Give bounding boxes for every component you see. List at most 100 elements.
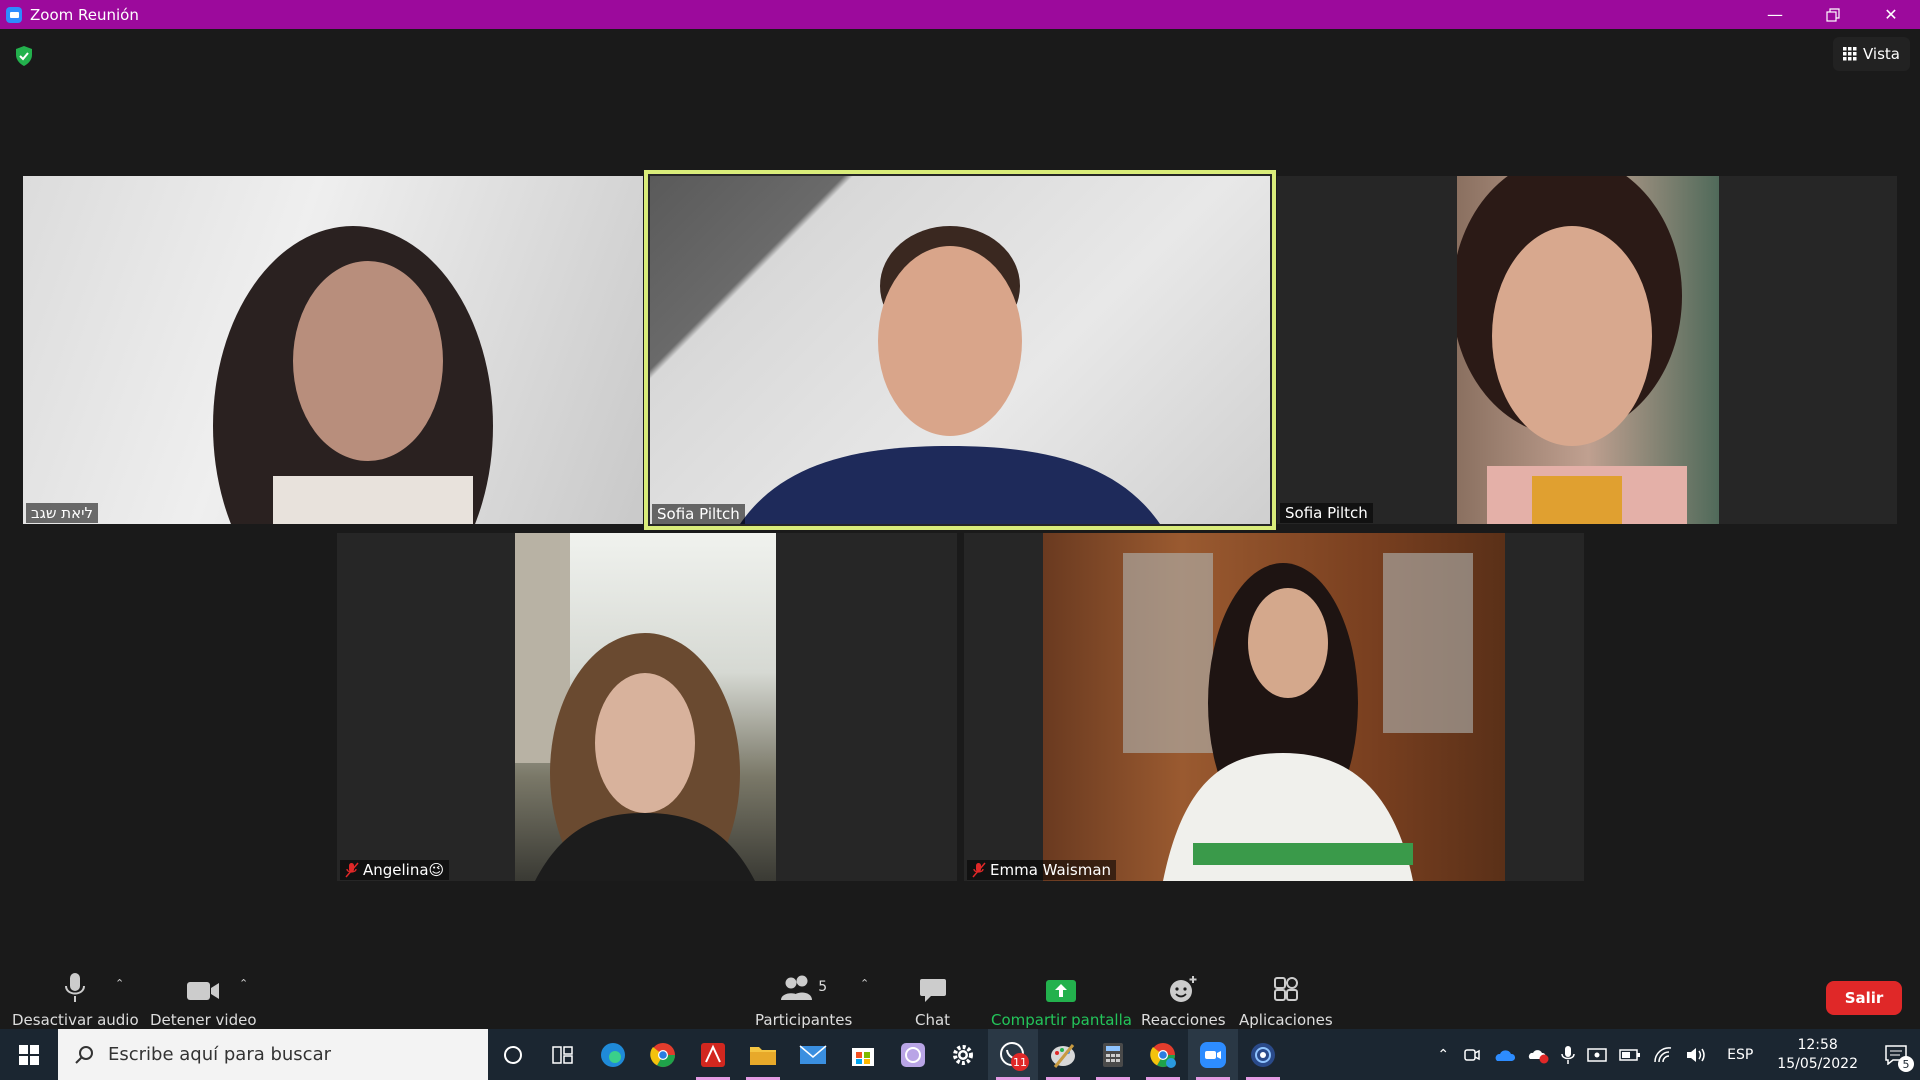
windows-taskbar: Escribe aquí para buscar 11 ⌃ ESP 12:58 … (0, 1029, 1920, 1080)
apps-label: Aplicaciones (1239, 1011, 1333, 1029)
paint-taskbar-app[interactable] (1038, 1029, 1088, 1080)
participant-tile[interactable]: Sofia Piltch (1277, 176, 1897, 524)
chrome-taskbar-app[interactable] (638, 1029, 688, 1080)
battery-icon[interactable] (1619, 1048, 1641, 1062)
video-camera-icon (187, 982, 220, 1000)
chat-bubble-icon (919, 979, 946, 1002)
windows-logo-icon (19, 1044, 39, 1065)
acrobat-icon (701, 1042, 725, 1067)
reactions-label: Reacciones (1141, 1011, 1226, 1029)
search-placeholder: Escribe aquí para buscar (108, 1044, 332, 1065)
participant-name-tag: Angelina😉 (340, 860, 450, 880)
onedrive-cloud-icon[interactable] (1493, 1047, 1516, 1063)
search-icon (75, 1045, 93, 1064)
participants-button[interactable]: 5 Participantes (755, 971, 852, 1029)
participant-figure (740, 226, 1160, 524)
task-view-icon (552, 1045, 573, 1064)
participant-name-tag: Emma Waisman (967, 860, 1117, 880)
close-button[interactable]: ✕ (1862, 0, 1920, 29)
reactions-button[interactable]: Reacciones (1141, 971, 1226, 1029)
share-screen-label: Compartir pantalla (991, 1011, 1132, 1029)
participant-tile[interactable]: ליאת שגב (23, 176, 643, 524)
task-view-button[interactable] (538, 1029, 588, 1080)
clock-date: 15/05/2022 (1777, 1055, 1858, 1072)
participants-options-caret[interactable]: ⌃ (860, 977, 869, 990)
notifications-button[interactable]: 5 (1872, 1029, 1920, 1080)
start-button[interactable] (0, 1029, 58, 1080)
taskbar-clock[interactable]: 12:58 15/05/2022 (1777, 1036, 1858, 1074)
meet-now-icon[interactable] (1463, 1046, 1481, 1064)
restore-button[interactable] (1804, 0, 1862, 29)
whatsapp-badge: 11 (1011, 1053, 1029, 1071)
participant-name-tag: ליאת שגב (26, 503, 99, 523)
acrobat-taskbar-app[interactable] (688, 1029, 738, 1080)
notifications-count: 5 (1902, 1057, 1910, 1071)
participant-name: Sofia Piltch (1285, 504, 1368, 522)
mail-taskbar-app[interactable] (788, 1029, 838, 1080)
meeting-toolbar: Desactivar audio ⌃ Detener video ⌃ 5 Par… (0, 953, 1920, 1029)
chrome-profile-icon (1150, 1042, 1176, 1068)
microphone-icon (65, 973, 86, 1002)
audio-options-caret[interactable]: ⌃ (115, 977, 124, 990)
leave-meeting-button[interactable]: Salir (1826, 981, 1902, 1015)
restore-icon (1826, 7, 1840, 22)
muted-microphone-icon (345, 862, 359, 878)
meeting-stage: Vista ליאת שגב Sofia Piltch Sofia Piltch… (0, 29, 1920, 953)
participant-video (23, 176, 643, 524)
window-title: Zoom Reunión (30, 5, 139, 24)
participant-video (1043, 533, 1505, 881)
encryption-shield-icon[interactable] (14, 45, 34, 67)
volume-icon[interactable] (1685, 1046, 1707, 1064)
participants-count: 5 (818, 979, 828, 995)
onedrive-error-cloud-icon[interactable] (1527, 1046, 1549, 1064)
zoom-taskbar-app[interactable] (1188, 1029, 1238, 1080)
wifi-icon[interactable] (1653, 1046, 1673, 1064)
zoom-app-icon (6, 6, 22, 23)
clock-time: 12:58 (1797, 1036, 1838, 1053)
settings-taskbar-app[interactable] (938, 1029, 988, 1080)
share-screen-icon (1046, 980, 1077, 1002)
notifications-badge: 5 (1898, 1056, 1914, 1072)
calculator-taskbar-app[interactable] (1088, 1029, 1138, 1080)
apps-button[interactable]: Aplicaciones (1239, 971, 1333, 1029)
input-language[interactable]: ESP (1727, 1047, 1753, 1063)
video-options-caret[interactable]: ⌃ (239, 977, 248, 990)
participant-name: Angelina😉 (363, 861, 445, 879)
recorder-icon (1251, 1042, 1275, 1067)
screen-recorder-taskbar-app[interactable] (1238, 1029, 1288, 1080)
gear-icon (953, 1044, 973, 1065)
share-screen-button[interactable]: Compartir pantalla (991, 971, 1132, 1029)
participant-video (1457, 176, 1719, 524)
edge-taskbar-app[interactable] (588, 1029, 638, 1080)
participant-figure (1123, 553, 1473, 881)
chat-button[interactable]: Chat (915, 971, 950, 1029)
participant-video (515, 533, 776, 881)
whatsapp-taskbar-app[interactable]: 11 (988, 1029, 1038, 1080)
minimize-button[interactable]: — (1746, 0, 1804, 29)
zoom-icon (1200, 1041, 1226, 1068)
participant-tile[interactable]: Emma Waisman (964, 533, 1584, 881)
muted-microphone-icon (972, 862, 986, 878)
chrome-icon (650, 1042, 675, 1067)
taskbar-search-box[interactable]: Escribe aquí para buscar (58, 1029, 488, 1080)
location-icon[interactable] (1587, 1046, 1607, 1064)
store-taskbar-app[interactable] (838, 1029, 888, 1080)
participant-name-tag: Sofia Piltch (652, 504, 745, 524)
view-button[interactable]: Vista (1833, 37, 1910, 71)
view-label: Vista (1863, 45, 1900, 63)
chrome-profile-taskbar-app[interactable] (1138, 1029, 1188, 1080)
mail-icon (799, 1044, 827, 1064)
participant-tile-active-speaker[interactable]: Sofia Piltch (644, 170, 1276, 530)
participant-name-tag: Sofia Piltch (1280, 503, 1373, 523)
file-explorer-taskbar-app[interactable] (738, 1029, 788, 1080)
participant-tile[interactable]: Angelina😉 (337, 533, 957, 881)
photo-app-taskbar-app[interactable] (888, 1029, 938, 1080)
whatsapp-badge-count: 11 (1013, 1055, 1027, 1069)
paint-palette-icon (1051, 1043, 1075, 1068)
cortana-button[interactable] (488, 1029, 538, 1080)
participant-video (650, 176, 1270, 524)
stop-video-label: Detener video (150, 1011, 257, 1029)
system-tray: ⌃ ESP 12:58 15/05/2022 5 (1429, 1029, 1920, 1080)
show-hidden-icons-chevron-icon[interactable]: ⌃ (1437, 1047, 1449, 1063)
microphone-in-use-icon[interactable] (1561, 1045, 1575, 1065)
